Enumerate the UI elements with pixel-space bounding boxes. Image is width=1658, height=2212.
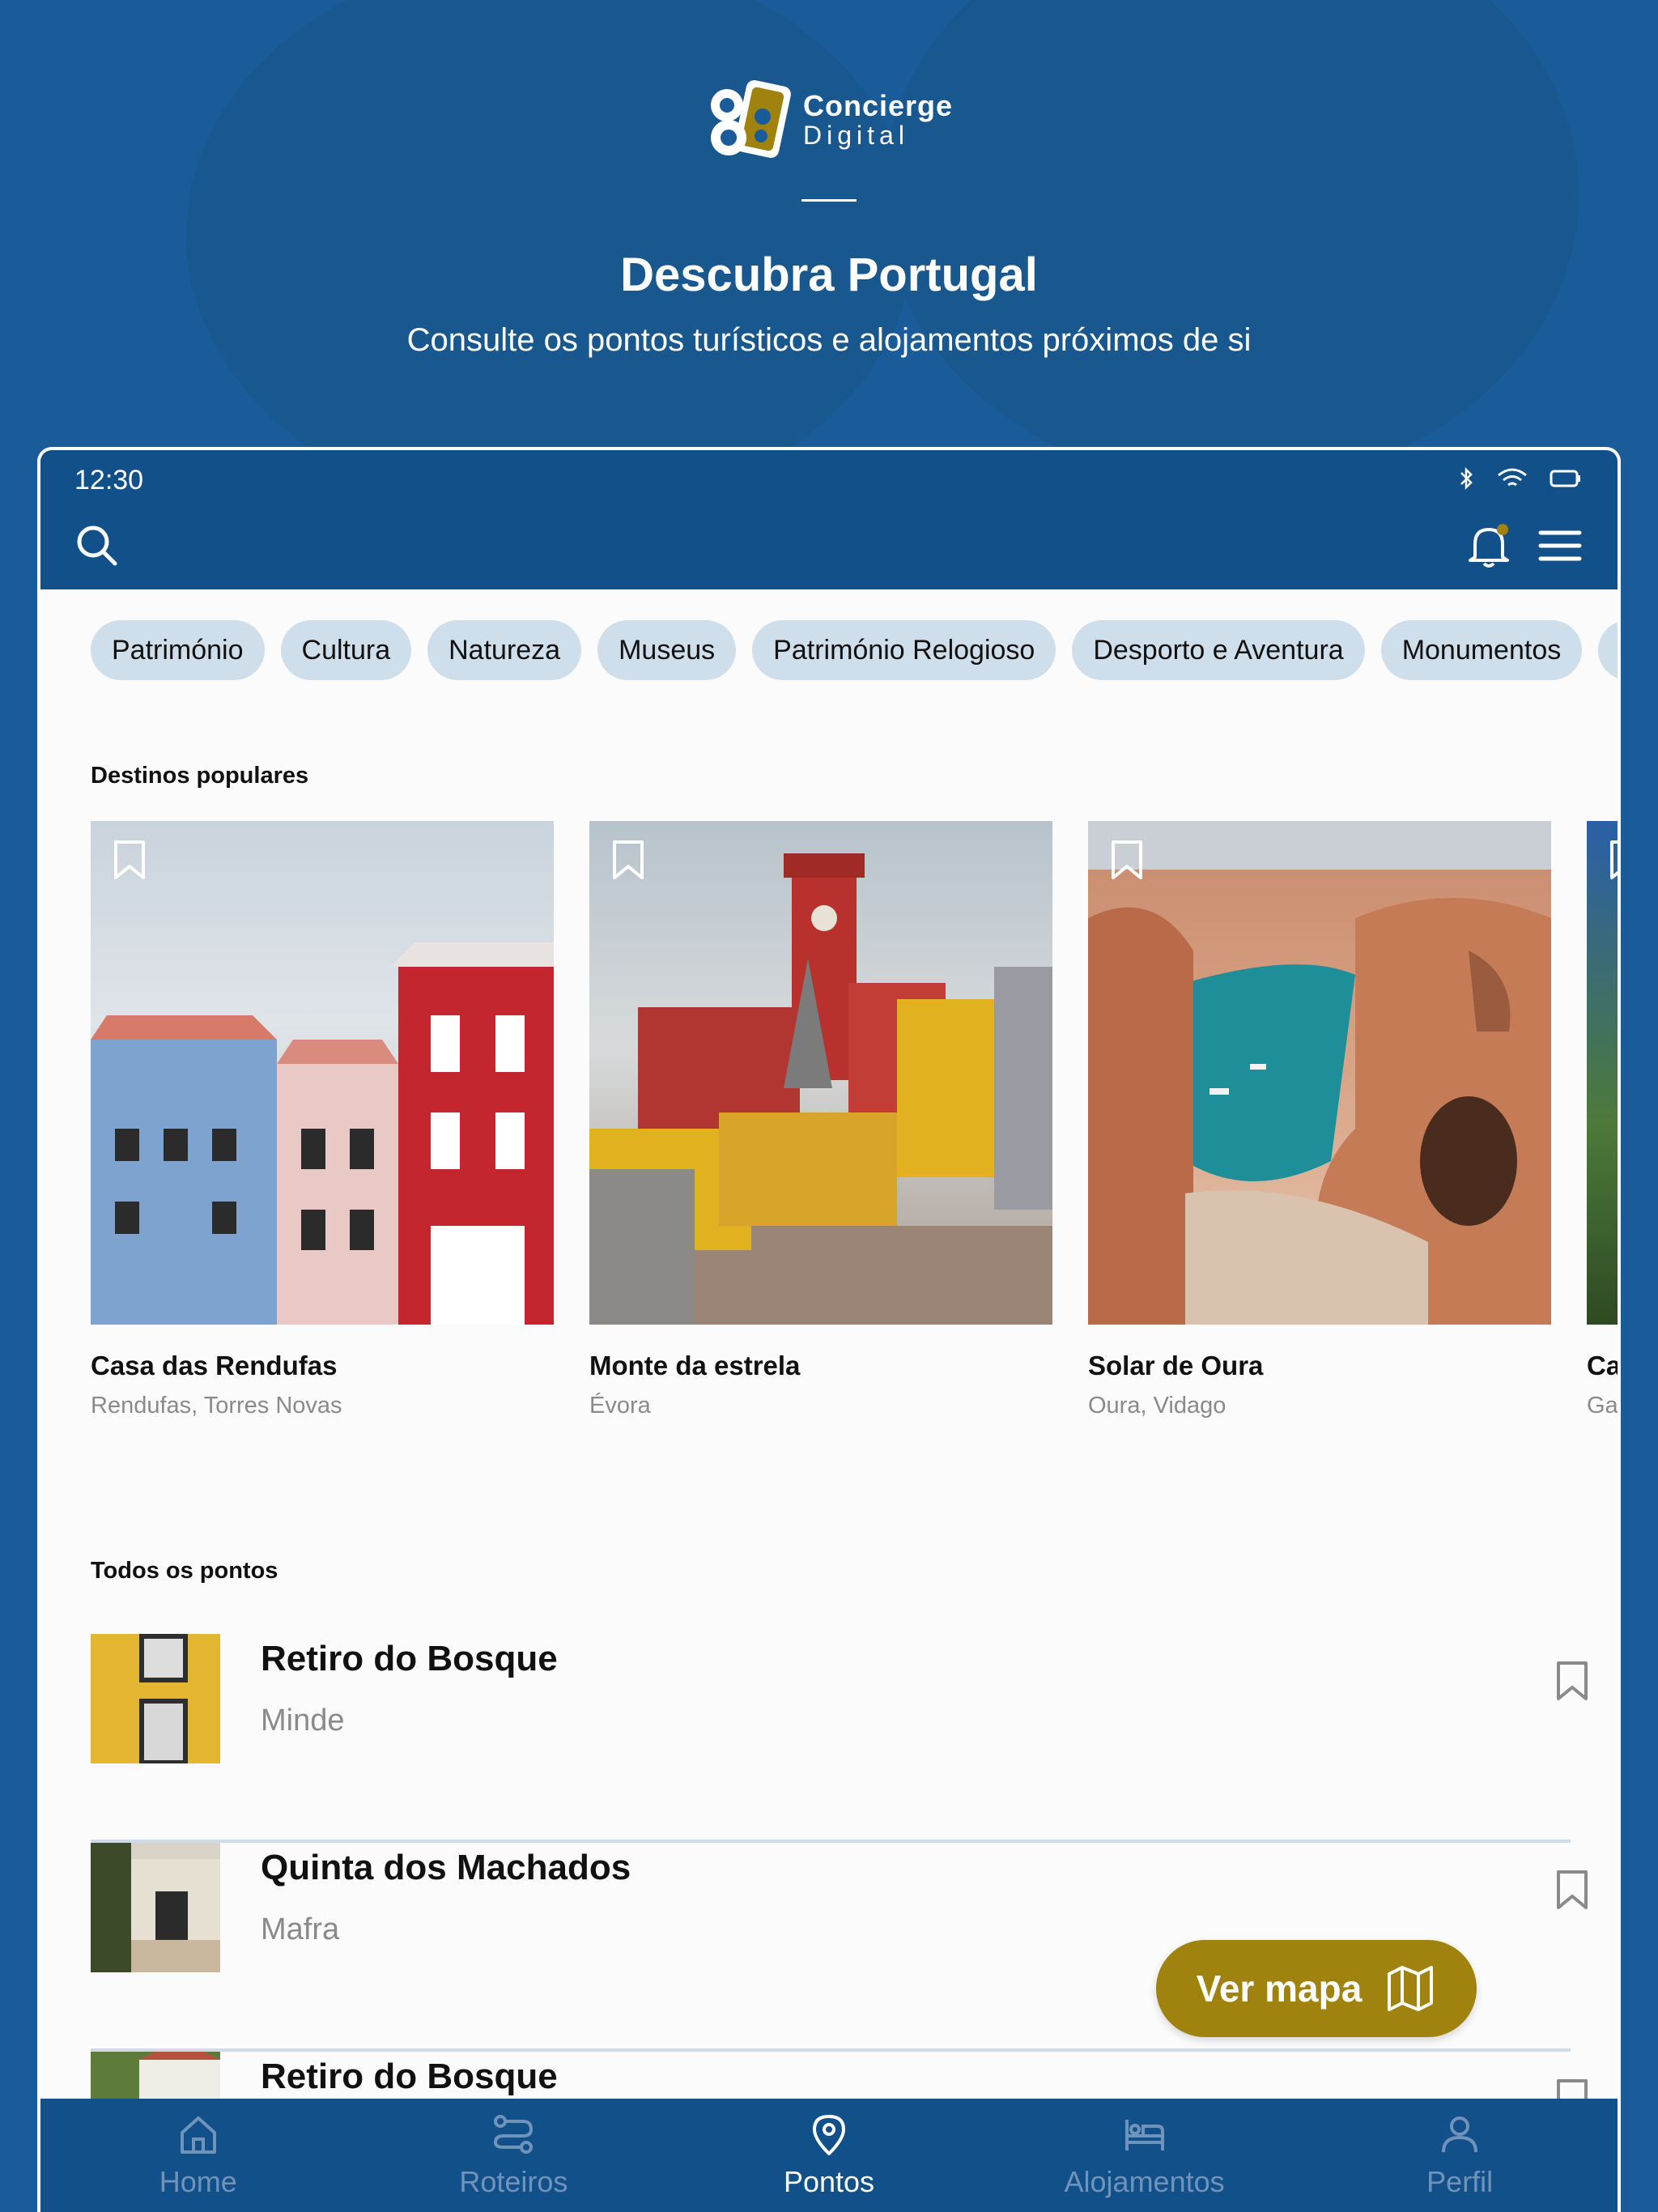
home-icon <box>180 2116 216 2154</box>
point-title: Retiro do Bosque <box>261 1639 558 1678</box>
popular-destinations-carousel: Casa das Rendufas Rendufas, Torres Novas <box>91 821 1621 1419</box>
nav-home[interactable]: Home <box>40 2099 356 2212</box>
chip-cultura[interactable]: Cultura <box>280 620 412 680</box>
palace-illustration <box>589 853 1052 1325</box>
chip-patrimonio-religioso[interactable]: Património Relogioso <box>752 620 1056 680</box>
houses-illustration <box>91 942 554 1325</box>
chip-natureza[interactable]: Natureza <box>427 620 582 680</box>
user-icon <box>1442 2116 1478 2153</box>
bookmark-icon[interactable] <box>1608 839 1621 881</box>
hero-divider <box>801 199 857 202</box>
list-item[interactable]: Retiro do Bosque Minde <box>91 1634 1588 1843</box>
menu-icon[interactable] <box>1538 528 1582 564</box>
gate-thumbnail-illustration <box>91 1843 220 1972</box>
view-map-button[interactable]: Ver mapa <box>1156 1940 1477 2037</box>
destination-image <box>589 821 1052 1325</box>
nav-label: Home <box>159 2165 237 2198</box>
point-location: Mafra <box>261 1912 340 1946</box>
concierge-logo-icon <box>711 80 791 158</box>
chip-more[interactable]: C <box>1598 620 1618 680</box>
chip-patrimonio[interactable]: Património <box>91 620 265 680</box>
bluetooth-icon <box>1460 466 1473 491</box>
nav-label: Pontos <box>783 2165 875 2198</box>
notification-bell-icon[interactable] <box>1467 521 1511 570</box>
point-title: Retiro do Bosque <box>261 2057 558 2096</box>
bookmark-icon[interactable] <box>1554 1869 1590 1911</box>
chip-monumentos[interactable]: Monumentos <box>1380 620 1583 680</box>
category-chips: Património Cultura Natureza Museus Patri… <box>91 620 1618 680</box>
brand-name: Concierge Digital <box>803 89 954 150</box>
bookmark-icon[interactable] <box>112 839 147 881</box>
route-icon <box>494 2115 534 2154</box>
point-thumbnail <box>91 1634 220 1763</box>
bookmark-icon[interactable] <box>1109 839 1145 881</box>
brand-line2: Digital <box>803 121 909 150</box>
chip-desporto-aventura[interactable]: Desporto e Aventura <box>1072 620 1365 680</box>
coast-illustration <box>1088 821 1551 1325</box>
nav-label: Roteiros <box>459 2165 568 2198</box>
chip-museus[interactable]: Museus <box>597 620 737 680</box>
all-points-title: Todos os pontos <box>91 1558 278 1584</box>
destination-name: Monte da estrela <box>589 1351 801 1380</box>
nav-alojamentos[interactable]: Alojamentos <box>987 2099 1303 2212</box>
point-thumbnail <box>91 1843 220 1972</box>
destination-card[interactable]: Ca Ga <box>1587 821 1621 1419</box>
destination-name: Solar de Oura <box>1088 1351 1264 1380</box>
nav-roteiros[interactable]: Roteiros <box>356 2099 672 2212</box>
point-location: Minde <box>261 1704 345 1738</box>
map-pin-icon <box>812 2115 845 2155</box>
map-icon <box>1388 1966 1434 2011</box>
bookmark-icon[interactable] <box>610 839 646 881</box>
nav-pontos[interactable]: Pontos <box>671 2099 987 2212</box>
wifi-icon <box>1498 468 1527 487</box>
status-icons <box>1457 466 1582 491</box>
destination-location: Oura, Vidago <box>1088 1393 1226 1419</box>
status-time: 12:30 <box>74 465 144 496</box>
nav-label: Alojamentos <box>1064 2165 1225 2198</box>
view-map-label: Ver mapa <box>1196 1967 1363 2010</box>
destination-location: Ga <box>1587 1393 1618 1419</box>
search-icon[interactable] <box>74 523 120 568</box>
destination-name: Casa das Rendufas <box>91 1351 338 1380</box>
hero-header: Concierge Digital Descubra Portugal Cons… <box>0 0 1658 445</box>
destination-name: Ca <box>1587 1351 1621 1380</box>
destination-location: Évora <box>589 1393 651 1419</box>
destination-card[interactable]: Solar de Oura Oura, Vidago <box>1088 821 1551 1419</box>
hero-title: Descubra Portugal <box>620 249 1038 301</box>
facade-thumbnail-illustration <box>139 1634 188 1763</box>
bed-icon <box>1124 2120 1164 2150</box>
destination-image <box>1587 821 1621 1325</box>
nav-perfil[interactable]: Perfil <box>1302 2099 1618 2212</box>
app-bar: 12:30 <box>40 450 1618 589</box>
destination-image <box>1088 821 1551 1325</box>
point-title: Quinta dos Machados <box>261 1848 631 1887</box>
nav-label: Perfil <box>1426 2165 1494 2198</box>
battery-icon <box>1550 470 1580 487</box>
destination-card[interactable]: Casa das Rendufas Rendufas, Torres Novas <box>91 821 554 1419</box>
brand-logo: Concierge Digital <box>704 78 955 162</box>
hero-subtitle: Consulte os pontos turísticos e alojamen… <box>406 322 1252 358</box>
destination-image <box>91 821 554 1325</box>
bottom-navigation: Home Roteiros Pontos Alojamentos Perfil <box>40 2099 1618 2212</box>
popular-destinations-title: Destinos populares <box>91 763 309 789</box>
bookmark-icon[interactable] <box>1554 1660 1590 1702</box>
toolbar-actions <box>1467 521 1582 570</box>
destination-card[interactable]: Monte da estrela Évora <box>589 821 1052 1419</box>
device-frame: 12:30 Património Cultura Natureza Museus… <box>37 447 1621 2212</box>
destination-location: Rendufas, Torres Novas <box>91 1393 342 1419</box>
brand-line1: Concierge <box>803 89 954 122</box>
